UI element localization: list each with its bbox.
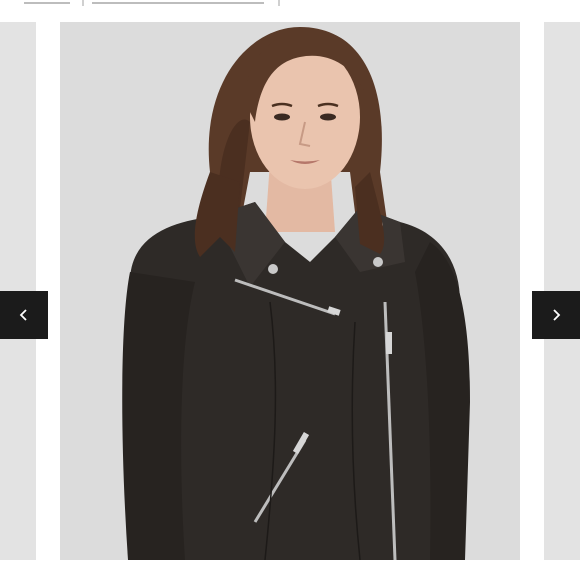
divider <box>82 0 84 6</box>
divider <box>278 0 280 6</box>
product-photo-illustration <box>60 22 520 560</box>
thumbnail-strip <box>0 0 580 10</box>
product-gallery-page <box>0 0 580 580</box>
image-carousel[interactable] <box>0 22 580 560</box>
next-image-button[interactable] <box>532 291 580 339</box>
chevron-right-icon <box>553 309 561 321</box>
thumbnail-indicator[interactable] <box>92 2 264 4</box>
previous-image-button[interactable] <box>0 291 48 339</box>
thumbnail-indicator[interactable] <box>24 2 70 4</box>
product-photo <box>60 22 520 560</box>
chevron-left-icon <box>19 309 27 321</box>
